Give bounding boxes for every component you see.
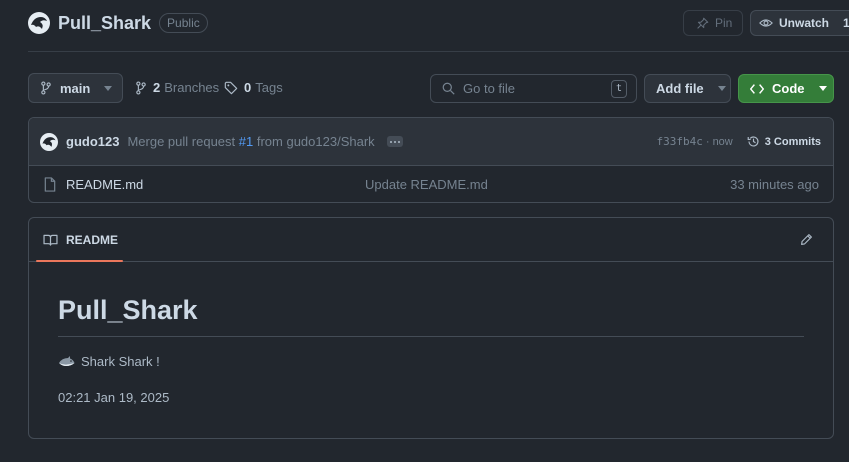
readme-panel: README Pull_Shark Shark Shark ! 02:21 Ja… <box>28 217 834 439</box>
readme-line-1-text: Shark Shark ! <box>81 354 160 369</box>
edit-readme-button[interactable] <box>800 233 813 246</box>
readme-line-2: 02:21 Jan 19, 2025 <box>58 390 170 405</box>
commit-author[interactable]: gudo123 <box>66 134 119 149</box>
caret-down-icon <box>818 86 827 91</box>
ellipsis-dot <box>389 140 392 143</box>
branch-name: main <box>60 80 91 96</box>
add-file-button[interactable]: Add file <box>644 74 731 103</box>
shark-emoji-icon <box>59 355 75 366</box>
avatar-image-icon <box>42 136 56 147</box>
pencil-icon <box>801 234 812 245</box>
repo-header: Pull_Shark Public <box>28 10 208 36</box>
readme-line-1: Shark Shark ! <box>58 354 804 369</box>
active-tab-indicator <box>36 260 123 262</box>
branches-link[interactable]: 2 Branches <box>135 80 219 95</box>
branch-selector[interactable]: main <box>28 73 123 103</box>
commit-author-avatar[interactable] <box>40 132 58 151</box>
branches-count: 2 <box>153 80 161 95</box>
commits-count-label: 3 Commits <box>764 135 821 148</box>
expand-commit-button[interactable] <box>386 136 403 147</box>
header-divider <box>28 51 849 52</box>
latest-commit-bar: gudo123 Merge pull request #1 from gudo1… <box>29 118 833 166</box>
eye-icon <box>759 19 773 27</box>
ellipsis-dot <box>393 140 396 143</box>
git-branch-icon <box>41 81 51 95</box>
repo-name[interactable]: Pull_Shark <box>58 13 151 34</box>
code-icon <box>750 83 764 94</box>
commit-sha[interactable]: f33fb4c <box>657 135 703 148</box>
file-age: 33 minutes ago <box>730 177 819 192</box>
file-icon <box>44 177 56 192</box>
pin-icon <box>697 17 709 29</box>
readme-tab-label: README <box>66 232 119 247</box>
readme-title: Pull_Shark <box>58 295 804 337</box>
commit-message[interactable]: Merge pull request #1 from gudo123/Shark <box>127 134 374 149</box>
commit-message-suffix: from gudo123/Shark <box>256 134 375 149</box>
add-file-label: Add file <box>656 81 704 96</box>
ellipsis-dot <box>397 140 400 143</box>
go-to-file-search[interactable]: t <box>430 74 637 103</box>
tags-label: Tags <box>255 80 283 95</box>
readme-content: Pull_Shark Shark Shark ! 02:21 Jan 19, 2… <box>29 295 833 405</box>
file-row[interactable]: README.md Update README.md 33 minutes ag… <box>29 166 833 202</box>
pull-request-link[interactable]: #1 <box>239 134 253 149</box>
visibility-badge: Public <box>159 13 208 33</box>
unwatch-button[interactable]: Unwatch 1 <box>750 10 849 36</box>
pin-button[interactable]: Pin <box>683 10 743 36</box>
avatar-image-icon <box>31 17 47 29</box>
commit-time: now <box>712 135 733 148</box>
file-commit-message[interactable]: Update README.md <box>365 177 488 192</box>
code-button[interactable]: Code <box>738 74 834 103</box>
readme-tab[interactable]: README <box>43 218 118 262</box>
readme-header: README <box>29 218 833 262</box>
file-browser: gudo123 Merge pull request #1 from gudo1… <box>28 117 834 203</box>
git-branch-icon <box>136 80 146 95</box>
commit-message-prefix: Merge pull request <box>127 134 236 149</box>
unwatch-label: Unwatch <box>779 16 830 30</box>
caret-down-icon <box>104 85 113 91</box>
shortcut-key: t <box>611 79 627 98</box>
tag-icon <box>224 81 238 94</box>
code-label: Code <box>772 81 805 96</box>
owner-avatar[interactable] <box>28 12 50 34</box>
commit-meta: f33fb4c · now 3 Commits <box>657 135 821 148</box>
search-icon <box>442 82 455 95</box>
commit-separator: · <box>705 135 710 148</box>
caret-down-icon <box>717 86 726 91</box>
watch-count: 1 <box>843 16 849 30</box>
book-icon <box>43 234 58 246</box>
tags-count: 0 <box>244 80 252 95</box>
history-icon <box>747 136 759 147</box>
search-input[interactable] <box>463 81 603 96</box>
file-name[interactable]: README.md <box>66 177 365 192</box>
branches-label: Branches <box>164 80 220 95</box>
pin-label: Pin <box>715 16 733 30</box>
tags-link[interactable]: 0 Tags <box>224 80 283 95</box>
commits-history-link[interactable]: 3 Commits <box>747 135 821 148</box>
